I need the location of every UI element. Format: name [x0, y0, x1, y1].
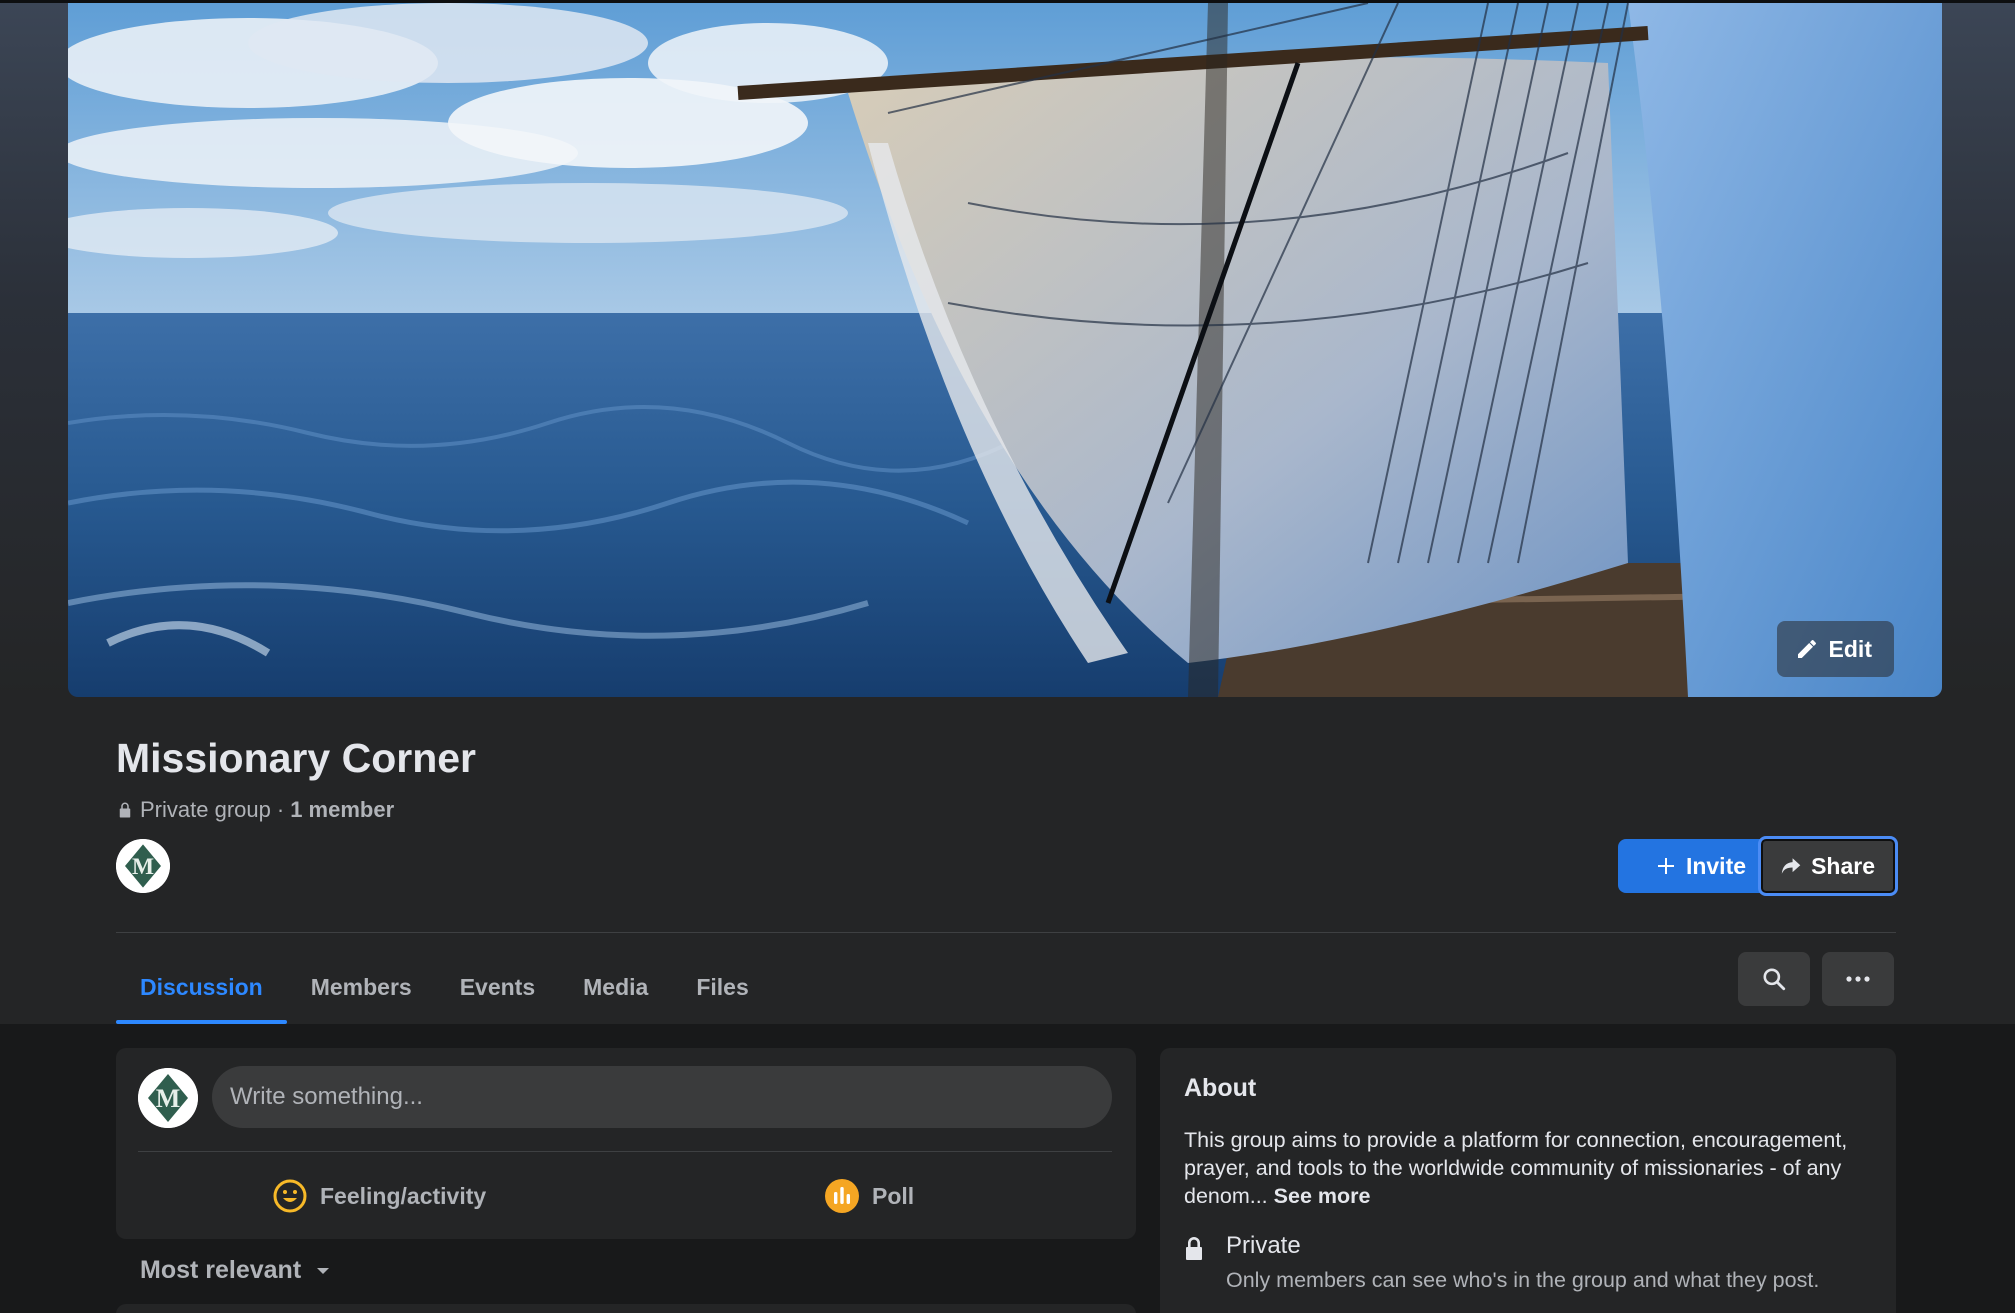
privacy-description: Only members can see who's in the group …	[1226, 1268, 1820, 1292]
tab-events[interactable]: Events	[436, 950, 559, 1024]
cover-photo: Edit	[68, 3, 1942, 697]
post-composer: M Feeling/activity Poll	[116, 1048, 1136, 1239]
share-label: Share	[1811, 852, 1875, 879]
feeling-activity-button[interactable]: Feeling/activity	[272, 1172, 486, 1220]
share-arrow-icon	[1781, 858, 1801, 874]
tab-media[interactable]: Media	[559, 950, 672, 1024]
share-button[interactable]: Share	[1758, 836, 1898, 896]
avatar-letter: M	[156, 1084, 181, 1113]
poll-icon	[825, 1179, 859, 1213]
invite-label: Invite	[1685, 852, 1747, 879]
about-description: This group aims to provide a platform fo…	[1184, 1126, 1874, 1210]
group-name[interactable]: Missionary Corner	[116, 735, 476, 782]
group-logo-icon: M	[116, 839, 170, 893]
avatar-letter: M	[132, 854, 154, 880]
search-icon	[1763, 968, 1786, 991]
member-avatar[interactable]: M	[116, 839, 170, 893]
feed-post-card	[116, 1304, 1136, 1313]
poll-label: Poll	[872, 1182, 915, 1209]
search-button[interactable]	[1738, 952, 1810, 1006]
lock-icon	[119, 802, 131, 818]
write-something-input[interactable]	[212, 1066, 1112, 1128]
sort-dropdown[interactable]: Most relevant	[140, 1256, 331, 1285]
about-card: About This group aims to provide a platf…	[1160, 1048, 1896, 1313]
header-divider	[116, 932, 1896, 933]
privacy-label[interactable]: Private group	[140, 797, 271, 823]
plus-icon	[1657, 858, 1674, 874]
group-tabs: Discussion Members Events Media Files	[116, 950, 773, 1024]
composer-avatar[interactable]: M	[138, 1068, 198, 1128]
about-title: About	[1184, 1074, 1257, 1102]
lock-icon	[1186, 1237, 1202, 1260]
poll-button[interactable]: Poll	[824, 1172, 914, 1220]
pencil-icon	[1797, 640, 1816, 658]
composer-divider	[138, 1151, 1112, 1152]
feeling-label: Feeling/activity	[320, 1182, 487, 1209]
privacy-info: Private Only members can see who's in th…	[1184, 1232, 1866, 1294]
caret-down-icon	[317, 1267, 330, 1274]
cover-image	[68, 3, 1942, 697]
ellipsis-icon	[1846, 976, 1870, 982]
tab-discussion[interactable]: Discussion	[116, 950, 287, 1024]
meta-separator: ·	[276, 797, 285, 822]
privacy-title: Private	[1226, 1232, 1301, 1259]
see-more-link[interactable]: See more	[1274, 1184, 1371, 1208]
more-options-button[interactable]	[1822, 952, 1894, 1006]
smiley-icon	[273, 1179, 307, 1213]
tab-members[interactable]: Members	[287, 950, 436, 1024]
member-count[interactable]: 1 member	[290, 797, 394, 823]
tab-files[interactable]: Files	[672, 950, 772, 1024]
group-meta: Private group · 1 member	[116, 797, 394, 823]
edit-cover-button[interactable]: Edit	[1776, 621, 1894, 677]
edit-label: Edit	[1828, 635, 1872, 662]
sort-label: Most relevant	[140, 1256, 302, 1284]
group-logo-icon: M	[138, 1068, 198, 1128]
